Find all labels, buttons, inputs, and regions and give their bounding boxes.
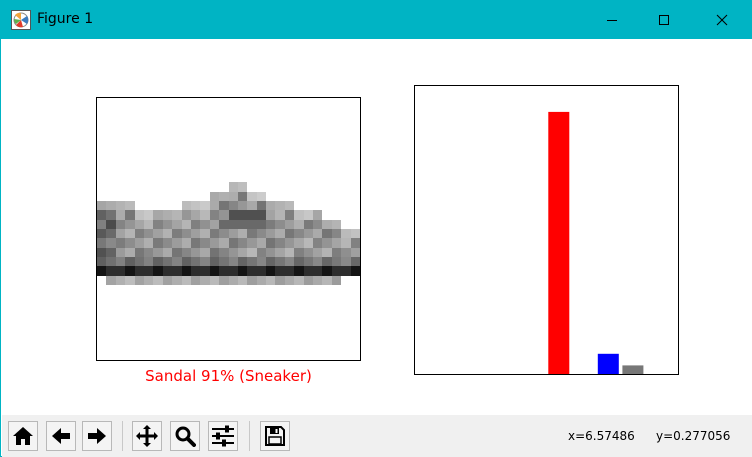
toolbar-separator bbox=[122, 421, 123, 451]
back-button[interactable] bbox=[46, 421, 76, 451]
zoom-button[interactable] bbox=[170, 421, 200, 451]
figure-window: Figure 1 Sandal 91% (Sneaker) x=6.57486 … bbox=[0, 0, 752, 457]
image-axes[interactable] bbox=[96, 97, 361, 361]
matplotlib-logo-icon bbox=[11, 10, 31, 30]
minimize-icon bbox=[607, 20, 617, 21]
arrow-right-icon bbox=[88, 428, 106, 444]
figure-canvas[interactable]: Sandal 91% (Sneaker) bbox=[2, 39, 752, 415]
sneaker-grayscale-image bbox=[97, 98, 360, 360]
close-button[interactable] bbox=[699, 1, 745, 39]
cursor-x-readout: x=6.57486 bbox=[568, 429, 635, 443]
save-button[interactable] bbox=[260, 421, 290, 451]
arrow-left-icon bbox=[52, 428, 70, 444]
pan-button[interactable] bbox=[132, 421, 162, 451]
title-bar[interactable]: Figure 1 bbox=[1, 1, 751, 39]
bar-chart bbox=[548, 111, 644, 374]
image-xlabel: Sandal 91% (Sneaker) bbox=[145, 367, 312, 385]
forward-button[interactable] bbox=[82, 421, 112, 451]
floppy-disk-icon bbox=[265, 426, 285, 446]
maximize-button[interactable] bbox=[641, 1, 687, 39]
home-button[interactable] bbox=[8, 421, 38, 451]
magnifier-icon bbox=[175, 426, 196, 447]
configure-subplots-button[interactable] bbox=[208, 421, 238, 451]
bar-chart-axes[interactable] bbox=[414, 85, 679, 375]
sliders-icon bbox=[212, 425, 234, 447]
navigation-toolbar: x=6.57486 y=0.277056 bbox=[2, 415, 752, 457]
close-icon bbox=[716, 14, 728, 26]
cursor-y-readout: y=0.277056 bbox=[656, 429, 731, 443]
move-icon bbox=[136, 425, 158, 447]
bar-class-5 bbox=[548, 111, 570, 374]
bar-class-8 bbox=[622, 365, 644, 374]
home-icon bbox=[13, 427, 33, 445]
maximize-icon bbox=[659, 15, 669, 25]
toolbar-separator bbox=[249, 421, 250, 451]
minimize-button[interactable] bbox=[589, 1, 635, 39]
window-title: Figure 1 bbox=[37, 11, 94, 27]
bar-class-7 bbox=[597, 353, 619, 374]
